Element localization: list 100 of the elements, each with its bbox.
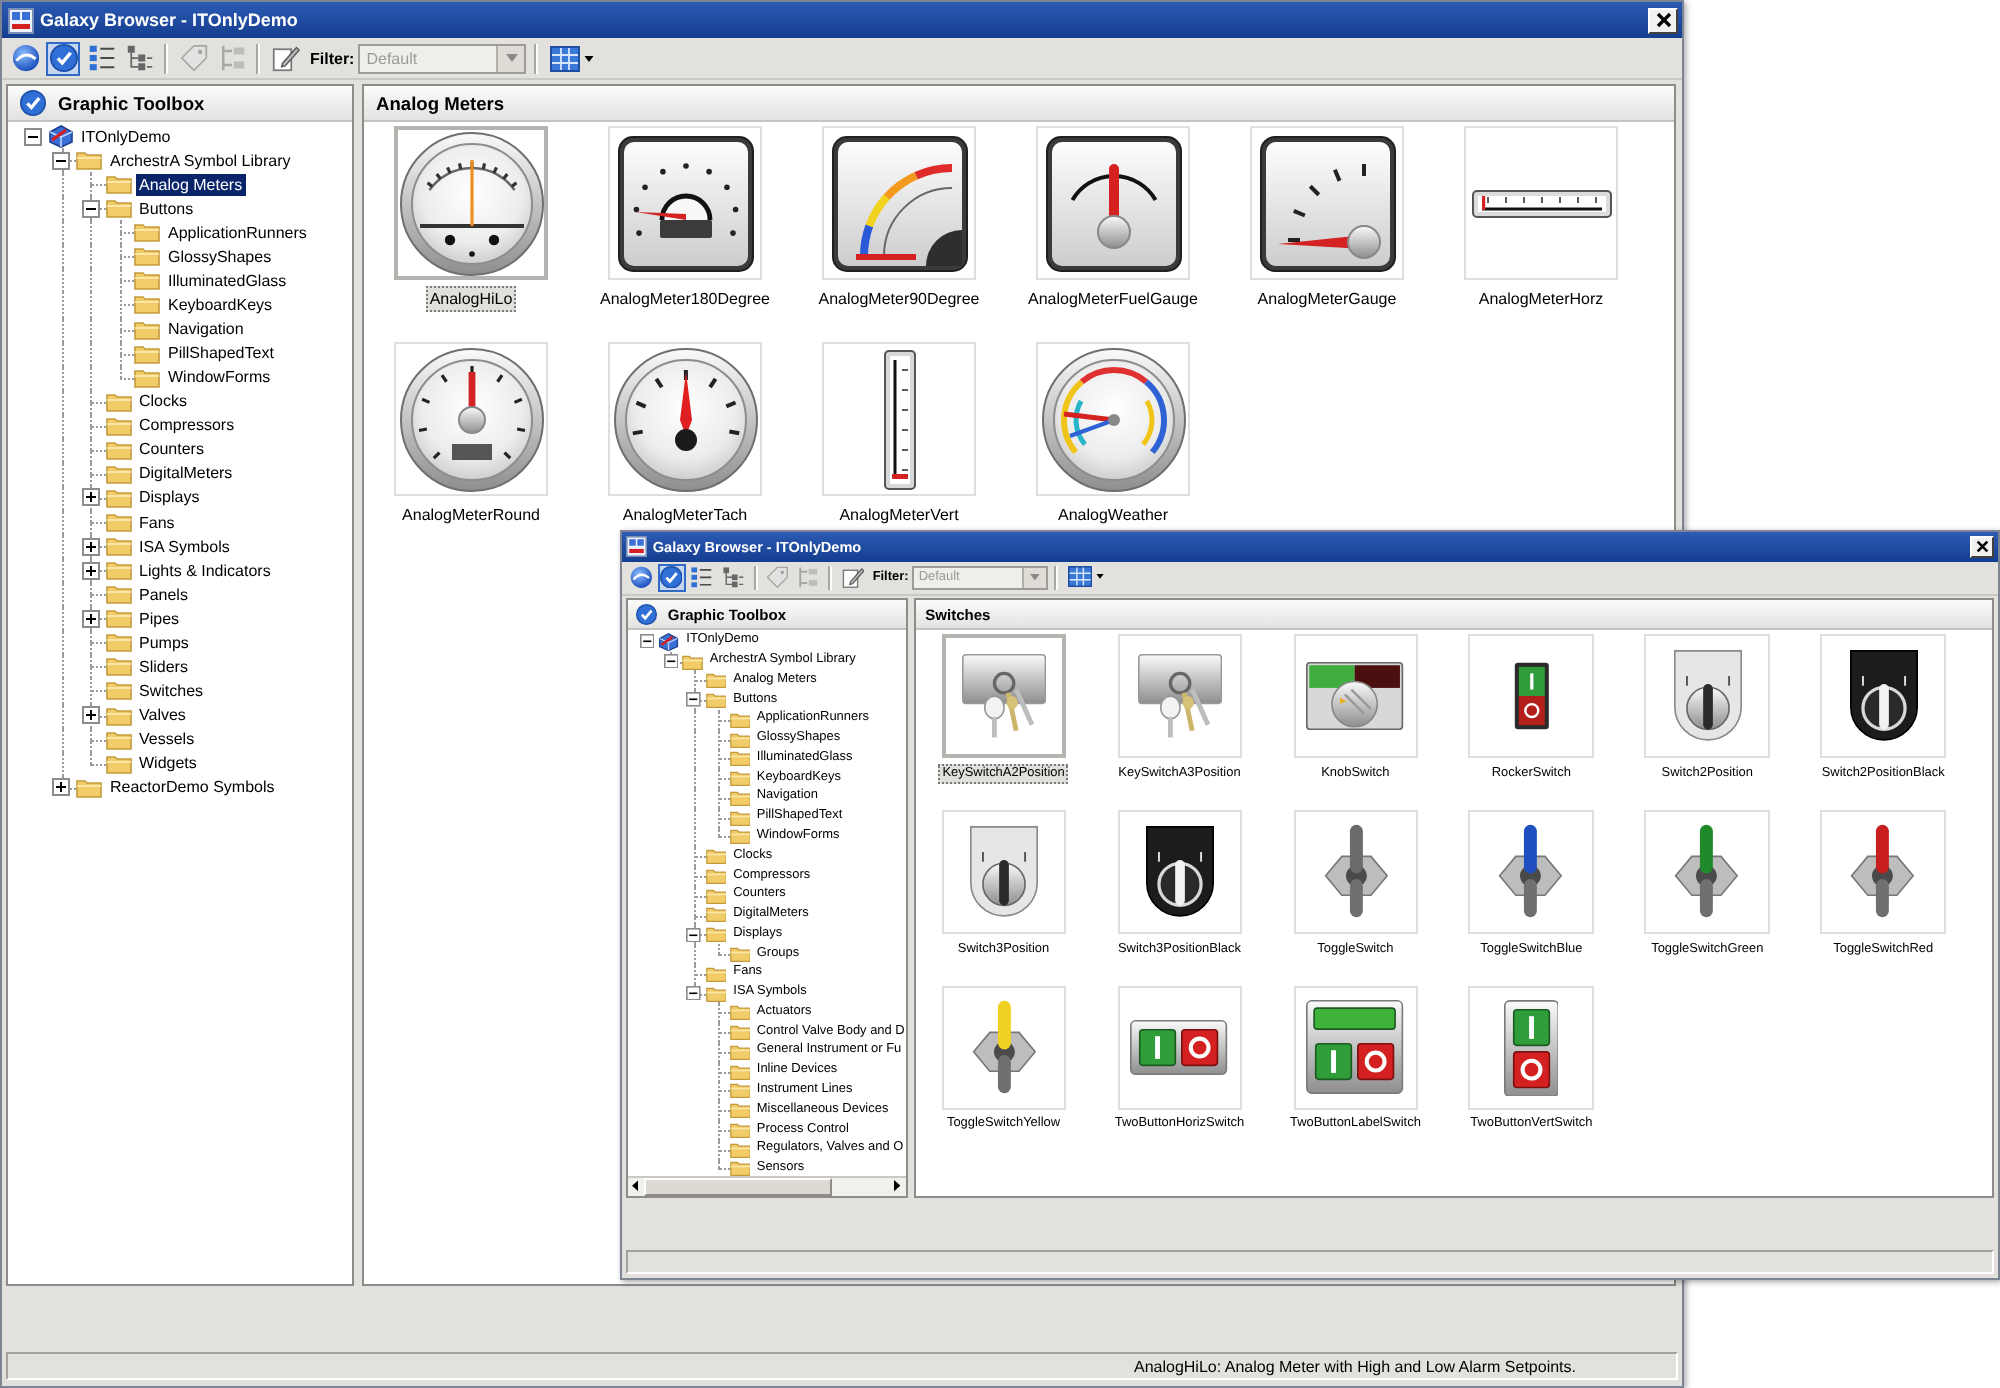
symbol-thumbnail[interactable] xyxy=(1468,985,1594,1111)
symbol-thumbnail[interactable] xyxy=(1468,633,1594,759)
expand-icon[interactable] xyxy=(81,488,100,507)
tree-item[interactable]: ReactorDemo Symbols xyxy=(106,776,279,799)
toolbar-button[interactable] xyxy=(46,41,80,75)
folder-icon xyxy=(134,294,160,315)
tree-item[interactable]: Lights & Indicators xyxy=(135,559,275,582)
collapse-icon[interactable] xyxy=(663,653,678,669)
symbol-name[interactable]: AnalogHiLo xyxy=(425,286,517,312)
view-button[interactable] xyxy=(546,41,599,75)
expand-icon[interactable] xyxy=(52,778,71,797)
tree-item[interactable]: Compressors xyxy=(135,414,239,437)
tree-item[interactable]: Pipes xyxy=(135,607,184,630)
symbol-thumbnail[interactable] xyxy=(1464,126,1618,280)
tree-item[interactable]: Clocks xyxy=(135,390,192,413)
toolbar-button[interactable] xyxy=(268,41,302,75)
symbol-name[interactable]: AnalogMeterHorz xyxy=(1474,286,1608,312)
tree-item[interactable]: ITOnlyDemo xyxy=(77,125,175,148)
expand-icon[interactable] xyxy=(81,561,100,580)
tree-item[interactable]: Pumps xyxy=(135,631,193,654)
scrollbar-thumb[interactable] xyxy=(643,1177,833,1196)
symbol-thumbnail[interactable] xyxy=(822,342,976,496)
tree-item[interactable]: DigitalMeters xyxy=(135,462,237,485)
symbol-name[interactable]: AnalogMeterVert xyxy=(835,502,963,528)
toolbar-button[interactable] xyxy=(688,563,716,592)
tree-item[interactable]: PillShapedText xyxy=(164,342,278,365)
tree-item[interactable]: Valves xyxy=(135,704,190,727)
view-button[interactable] xyxy=(1064,563,1108,592)
symbol-thumbnail[interactable] xyxy=(941,809,1066,935)
symbol-name[interactable]: AnalogWeather xyxy=(1054,502,1172,528)
symbol-thumbnail[interactable] xyxy=(1117,809,1242,935)
collapse-icon[interactable] xyxy=(686,985,702,1001)
panel-gauge-drawing xyxy=(831,135,967,271)
symbol-thumbnail[interactable] xyxy=(608,342,762,496)
tree-item[interactable]: Counters xyxy=(135,438,208,461)
tree-item[interactable]: Fans xyxy=(135,511,179,534)
tree-item[interactable]: Buttons xyxy=(135,197,198,220)
close-button[interactable] xyxy=(1648,7,1678,33)
symbol-thumbnail[interactable] xyxy=(941,633,1066,759)
tree-item[interactable]: Navigation xyxy=(164,318,248,341)
symbol-thumbnail[interactable] xyxy=(1468,809,1594,935)
toolbar-button[interactable] xyxy=(719,563,747,592)
tree-item[interactable]: ISA Symbols xyxy=(135,535,234,558)
tree-item[interactable]: ArchestrA Symbol Library xyxy=(106,149,295,172)
symbol-name[interactable]: AnalogMeterFuelGauge xyxy=(1024,286,1202,312)
symbol-thumbnail[interactable] xyxy=(1117,985,1242,1111)
tree-item[interactable]: Widgets xyxy=(135,752,201,775)
collapse-icon[interactable] xyxy=(23,127,42,146)
tree-item[interactable]: KeyboardKeys xyxy=(164,293,277,316)
expand-icon[interactable] xyxy=(81,609,100,628)
tree-item[interactable]: Sliders xyxy=(135,655,192,678)
symbol-thumbnail[interactable] xyxy=(394,126,548,280)
scroll-left-icon[interactable] xyxy=(632,1180,639,1192)
toolbar-button[interactable] xyxy=(838,563,867,592)
horizontal-scrollbar[interactable] xyxy=(627,1175,906,1196)
tree-item[interactable]: GlossyShapes xyxy=(164,245,276,268)
collapse-icon[interactable] xyxy=(686,692,702,708)
symbol-thumbnail[interactable] xyxy=(822,126,976,280)
tree-item[interactable]: WindowForms xyxy=(164,366,275,389)
symbol-name[interactable]: AnalogMeter90Degree xyxy=(814,286,984,312)
symbol-thumbnail[interactable] xyxy=(1036,126,1190,280)
expand-icon[interactable] xyxy=(81,706,100,725)
symbol-thumbnail[interactable] xyxy=(1250,126,1404,280)
close-button[interactable] xyxy=(1970,536,1995,558)
symbol-thumbnail[interactable] xyxy=(1644,809,1770,935)
tree-item[interactable]: IlluminatedGlass xyxy=(164,269,291,292)
symbol-thumbnail[interactable] xyxy=(1293,633,1418,759)
status-text: AnalogHiLo: Analog Meter with High and Low Alarm Setpoints. xyxy=(1133,1357,1576,1375)
symbol-thumbnail[interactable] xyxy=(1644,633,1770,759)
toolbar-button[interactable] xyxy=(657,563,686,592)
symbol-thumbnail[interactable] xyxy=(394,342,548,496)
collapse-icon[interactable] xyxy=(686,927,702,942)
symbol-thumbnail[interactable] xyxy=(1036,342,1190,496)
toolbar-button[interactable] xyxy=(8,41,42,75)
symbol-thumbnail[interactable] xyxy=(1293,985,1418,1111)
tree-item[interactable]: Analog Meters xyxy=(135,173,247,196)
expand-icon[interactable] xyxy=(81,537,100,556)
symbol-thumbnail[interactable] xyxy=(1820,633,1946,759)
symbol-thumbnail[interactable] xyxy=(941,985,1066,1111)
collapse-icon[interactable] xyxy=(81,199,100,218)
tree-item[interactable]: Panels xyxy=(135,583,192,606)
tree-item[interactable]: Vessels xyxy=(135,728,199,751)
folder-icon xyxy=(76,777,102,798)
symbol-name[interactable]: AnalogMeter180Degree xyxy=(596,286,774,312)
toolbar-button[interactable] xyxy=(122,41,156,75)
tree-item[interactable]: Displays xyxy=(135,486,204,509)
scroll-right-icon[interactable] xyxy=(893,1180,901,1192)
collapse-icon[interactable] xyxy=(52,151,71,170)
symbol-thumbnail[interactable] xyxy=(1820,809,1946,935)
symbol-thumbnail[interactable] xyxy=(1293,809,1418,935)
symbol-name[interactable]: AnalogMeterTach xyxy=(618,502,752,528)
toolbar-button[interactable] xyxy=(84,41,118,75)
symbol-name[interactable]: AnalogMeterRound xyxy=(398,502,544,528)
symbol-name[interactable]: AnalogMeterGauge xyxy=(1253,286,1401,312)
collapse-icon[interactable] xyxy=(639,634,655,649)
tree-item[interactable]: ApplicationRunners xyxy=(164,221,311,244)
toolbar-button[interactable] xyxy=(626,563,655,592)
symbol-thumbnail[interactable] xyxy=(608,126,762,280)
symbol-thumbnail[interactable] xyxy=(1117,633,1242,759)
tree-item[interactable]: Switches xyxy=(135,679,208,702)
